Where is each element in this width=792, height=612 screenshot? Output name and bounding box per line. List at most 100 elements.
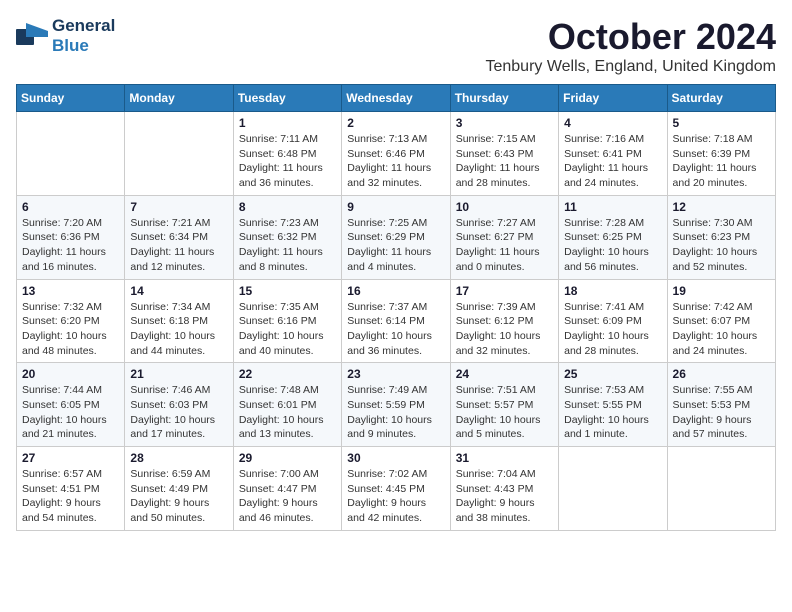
calendar-cell: 19 Sunrise: 7:42 AMSunset: 6:07 PMDaylig… (667, 279, 775, 363)
calendar-cell: 10 Sunrise: 7:27 AMSunset: 6:27 PMDaylig… (450, 195, 558, 279)
calendar-week-row: 13 Sunrise: 7:32 AMSunset: 6:20 PMDaylig… (17, 279, 776, 363)
day-detail: Sunrise: 7:34 AMSunset: 6:18 PMDaylight:… (130, 300, 227, 359)
calendar-week-row: 20 Sunrise: 7:44 AMSunset: 6:05 PMDaylig… (17, 363, 776, 447)
day-header-thursday: Thursday (450, 85, 558, 112)
day-detail: Sunrise: 7:53 AMSunset: 5:55 PMDaylight:… (564, 383, 661, 442)
calendar-cell: 22 Sunrise: 7:48 AMSunset: 6:01 PMDaylig… (233, 363, 341, 447)
day-header-saturday: Saturday (667, 85, 775, 112)
day-detail: Sunrise: 7:21 AMSunset: 6:34 PMDaylight:… (130, 216, 227, 275)
day-detail: Sunrise: 7:28 AMSunset: 6:25 PMDaylight:… (564, 216, 661, 275)
calendar-cell: 28 Sunrise: 6:59 AMSunset: 4:49 PMDaylig… (125, 447, 233, 531)
day-detail: Sunrise: 7:18 AMSunset: 6:39 PMDaylight:… (673, 132, 770, 191)
calendar-cell: 11 Sunrise: 7:28 AMSunset: 6:25 PMDaylig… (559, 195, 667, 279)
day-number: 8 (239, 200, 336, 214)
month-title: October 2024 (485, 16, 776, 58)
calendar-cell: 4 Sunrise: 7:16 AMSunset: 6:41 PMDayligh… (559, 112, 667, 196)
day-number: 3 (456, 116, 553, 130)
calendar-cell (667, 447, 775, 531)
day-number: 24 (456, 367, 553, 381)
calendar-cell: 23 Sunrise: 7:49 AMSunset: 5:59 PMDaylig… (342, 363, 450, 447)
day-number: 11 (564, 200, 661, 214)
day-detail: Sunrise: 7:30 AMSunset: 6:23 PMDaylight:… (673, 216, 770, 275)
calendar-cell: 7 Sunrise: 7:21 AMSunset: 6:34 PMDayligh… (125, 195, 233, 279)
day-number: 2 (347, 116, 444, 130)
day-detail: Sunrise: 7:02 AMSunset: 4:45 PMDaylight:… (347, 467, 444, 526)
calendar-cell: 1 Sunrise: 7:11 AMSunset: 6:48 PMDayligh… (233, 112, 341, 196)
day-number: 12 (673, 200, 770, 214)
day-number: 18 (564, 284, 661, 298)
day-number: 23 (347, 367, 444, 381)
day-number: 13 (22, 284, 119, 298)
day-number: 30 (347, 451, 444, 465)
day-header-wednesday: Wednesday (342, 85, 450, 112)
logo-text: General Blue (52, 16, 115, 56)
calendar-cell: 25 Sunrise: 7:53 AMSunset: 5:55 PMDaylig… (559, 363, 667, 447)
calendar-cell: 13 Sunrise: 7:32 AMSunset: 6:20 PMDaylig… (17, 279, 125, 363)
day-header-tuesday: Tuesday (233, 85, 341, 112)
day-detail: Sunrise: 7:00 AMSunset: 4:47 PMDaylight:… (239, 467, 336, 526)
title-section: October 2024 Tenbury Wells, England, Uni… (485, 16, 776, 76)
calendar-cell: 3 Sunrise: 7:15 AMSunset: 6:43 PMDayligh… (450, 112, 558, 196)
calendar-cell: 9 Sunrise: 7:25 AMSunset: 6:29 PMDayligh… (342, 195, 450, 279)
day-header-monday: Monday (125, 85, 233, 112)
page-header: General Blue October 2024 Tenbury Wells,… (16, 16, 776, 76)
day-detail: Sunrise: 7:44 AMSunset: 6:05 PMDaylight:… (22, 383, 119, 442)
day-detail: Sunrise: 7:25 AMSunset: 6:29 PMDaylight:… (347, 216, 444, 275)
location-text: Tenbury Wells, England, United Kingdom (485, 58, 776, 76)
day-number: 31 (456, 451, 553, 465)
day-detail: Sunrise: 7:55 AMSunset: 5:53 PMDaylight:… (673, 383, 770, 442)
day-detail: Sunrise: 7:42 AMSunset: 6:07 PMDaylight:… (673, 300, 770, 359)
day-header-sunday: Sunday (17, 85, 125, 112)
calendar-cell: 27 Sunrise: 6:57 AMSunset: 4:51 PMDaylig… (17, 447, 125, 531)
day-detail: Sunrise: 7:51 AMSunset: 5:57 PMDaylight:… (456, 383, 553, 442)
calendar-cell: 12 Sunrise: 7:30 AMSunset: 6:23 PMDaylig… (667, 195, 775, 279)
calendar-cell: 30 Sunrise: 7:02 AMSunset: 4:45 PMDaylig… (342, 447, 450, 531)
calendar-cell: 26 Sunrise: 7:55 AMSunset: 5:53 PMDaylig… (667, 363, 775, 447)
calendar-cell: 17 Sunrise: 7:39 AMSunset: 6:12 PMDaylig… (450, 279, 558, 363)
calendar-cell: 5 Sunrise: 7:18 AMSunset: 6:39 PMDayligh… (667, 112, 775, 196)
day-number: 9 (347, 200, 444, 214)
calendar-cell (559, 447, 667, 531)
day-detail: Sunrise: 7:37 AMSunset: 6:14 PMDaylight:… (347, 300, 444, 359)
day-number: 10 (456, 200, 553, 214)
day-number: 16 (347, 284, 444, 298)
day-number: 5 (673, 116, 770, 130)
day-detail: Sunrise: 6:59 AMSunset: 4:49 PMDaylight:… (130, 467, 227, 526)
day-number: 25 (564, 367, 661, 381)
day-number: 15 (239, 284, 336, 298)
day-detail: Sunrise: 7:11 AMSunset: 6:48 PMDaylight:… (239, 132, 336, 191)
calendar-header-row: SundayMondayTuesdayWednesdayThursdayFrid… (17, 85, 776, 112)
day-number: 17 (456, 284, 553, 298)
calendar-cell: 14 Sunrise: 7:34 AMSunset: 6:18 PMDaylig… (125, 279, 233, 363)
calendar-cell: 15 Sunrise: 7:35 AMSunset: 6:16 PMDaylig… (233, 279, 341, 363)
logo-icon (16, 23, 48, 50)
day-number: 26 (673, 367, 770, 381)
calendar-cell: 29 Sunrise: 7:00 AMSunset: 4:47 PMDaylig… (233, 447, 341, 531)
day-detail: Sunrise: 7:23 AMSunset: 6:32 PMDaylight:… (239, 216, 336, 275)
day-detail: Sunrise: 7:13 AMSunset: 6:46 PMDaylight:… (347, 132, 444, 191)
logo: General Blue (16, 16, 115, 56)
calendar-week-row: 6 Sunrise: 7:20 AMSunset: 6:36 PMDayligh… (17, 195, 776, 279)
calendar-cell: 2 Sunrise: 7:13 AMSunset: 6:46 PMDayligh… (342, 112, 450, 196)
day-number: 29 (239, 451, 336, 465)
calendar-cell: 16 Sunrise: 7:37 AMSunset: 6:14 PMDaylig… (342, 279, 450, 363)
day-number: 7 (130, 200, 227, 214)
day-header-friday: Friday (559, 85, 667, 112)
calendar-cell: 24 Sunrise: 7:51 AMSunset: 5:57 PMDaylig… (450, 363, 558, 447)
calendar-cell: 18 Sunrise: 7:41 AMSunset: 6:09 PMDaylig… (559, 279, 667, 363)
calendar-table: SundayMondayTuesdayWednesdayThursdayFrid… (16, 84, 776, 531)
calendar-cell: 20 Sunrise: 7:44 AMSunset: 6:05 PMDaylig… (17, 363, 125, 447)
day-detail: Sunrise: 7:27 AMSunset: 6:27 PMDaylight:… (456, 216, 553, 275)
calendar-cell: 6 Sunrise: 7:20 AMSunset: 6:36 PMDayligh… (17, 195, 125, 279)
day-number: 14 (130, 284, 227, 298)
calendar-week-row: 27 Sunrise: 6:57 AMSunset: 4:51 PMDaylig… (17, 447, 776, 531)
day-number: 19 (673, 284, 770, 298)
day-number: 28 (130, 451, 227, 465)
day-detail: Sunrise: 7:41 AMSunset: 6:09 PMDaylight:… (564, 300, 661, 359)
calendar-cell (17, 112, 125, 196)
day-detail: Sunrise: 7:04 AMSunset: 4:43 PMDaylight:… (456, 467, 553, 526)
day-detail: Sunrise: 7:16 AMSunset: 6:41 PMDaylight:… (564, 132, 661, 191)
day-detail: Sunrise: 7:32 AMSunset: 6:20 PMDaylight:… (22, 300, 119, 359)
day-number: 22 (239, 367, 336, 381)
calendar-cell: 8 Sunrise: 7:23 AMSunset: 6:32 PMDayligh… (233, 195, 341, 279)
